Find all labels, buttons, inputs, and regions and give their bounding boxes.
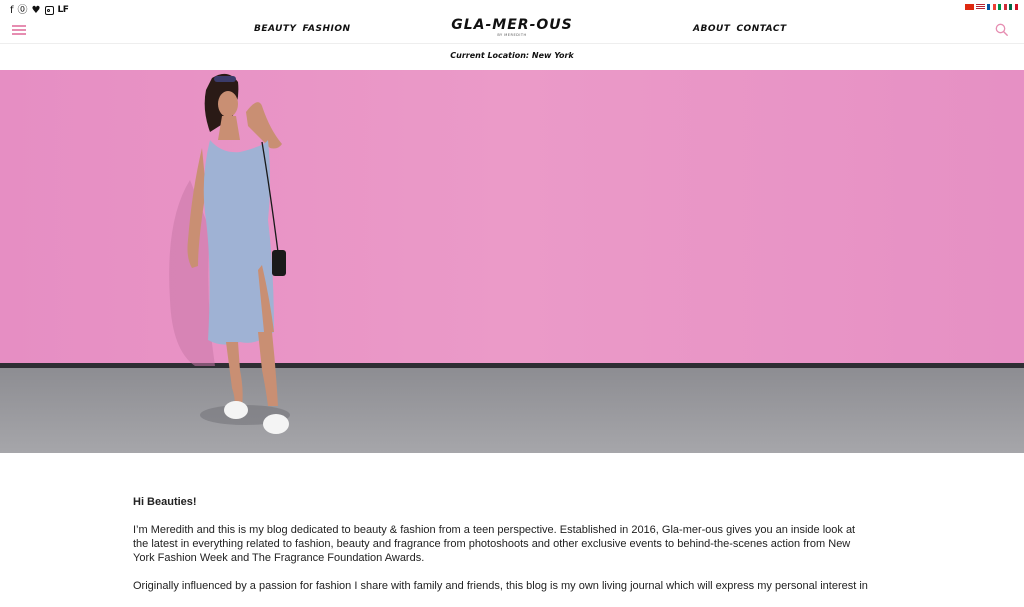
intro-paragraph: I’m Meredith and this is my blog dedicat…	[133, 524, 856, 564]
sidewalk	[0, 368, 1024, 453]
header-divider	[0, 43, 1024, 44]
nav-contact-link[interactable]: CONTACT	[736, 24, 786, 34]
wall-base	[0, 363, 1024, 368]
social-links: f ⓪ ♥ LF	[10, 5, 69, 16]
logo-title[interactable]: GLA-MER-OUS	[0, 17, 1024, 33]
instagram-icon[interactable]	[44, 6, 54, 15]
site-header: f ⓪ ♥ LF BEAUTY FASHION GLA-MER-OUS BY M…	[0, 0, 1024, 70]
nav-right: ABOUT CONTACT	[693, 24, 787, 34]
pink-wall	[0, 70, 1024, 366]
search-icon[interactable]	[995, 23, 1008, 36]
intro-article: Hi Beauties! I’m Meredith and this is my…	[133, 495, 873, 607]
pinterest-icon[interactable]: ⓪	[18, 5, 28, 16]
hero-image	[0, 70, 1024, 453]
hero-photo	[0, 70, 1024, 453]
current-location: Current Location: New York	[450, 51, 574, 60]
greeting-heading: Hi Beauties!	[133, 496, 197, 508]
flag-it-icon[interactable]	[998, 4, 1007, 10]
language-flags	[965, 4, 1018, 10]
nav-about-link[interactable]: ABOUT	[693, 24, 730, 34]
flag-mx-icon[interactable]	[1009, 4, 1018, 10]
facebook-icon[interactable]: f	[10, 5, 14, 16]
site-logo[interactable]: GLA-MER-OUS BY MEREDITH	[0, 17, 1024, 38]
twitter-icon[interactable]: ♥	[32, 5, 41, 16]
logo-subtitle: BY MEREDITH	[497, 33, 527, 37]
flag-us-icon[interactable]	[976, 4, 985, 10]
intro-paragraph-2: Originally influenced by a passion for f…	[133, 580, 868, 592]
flag-fr-icon[interactable]	[987, 4, 996, 10]
flag-cn-icon[interactable]	[965, 4, 974, 10]
lf-icon[interactable]: LF	[58, 5, 69, 16]
